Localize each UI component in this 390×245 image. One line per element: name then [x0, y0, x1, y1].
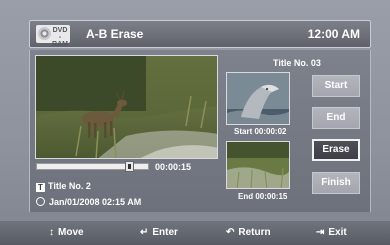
progress-handle[interactable]: [125, 161, 134, 172]
return-label: Return: [238, 227, 271, 238]
return-icon: ↶: [226, 227, 235, 238]
dolphin-image: [227, 73, 289, 124]
elapsed-time: 00:00:15: [155, 162, 192, 172]
enter-hint: ↵ Enter: [140, 227, 178, 238]
disc-icon: [38, 27, 51, 40]
exit-icon: ⇥: [316, 227, 325, 238]
current-title-label: Title No. 2: [48, 181, 91, 191]
return-hint: ↶ Return: [226, 227, 271, 238]
disc-type-line1: DVD: [52, 27, 68, 34]
enter-icon: ↵: [140, 227, 149, 238]
up-down-icon: ↕: [49, 227, 54, 238]
start-time-label: Start 00:00:02: [234, 127, 287, 136]
video-preview: [35, 55, 218, 159]
recording-datetime: Jan/01/2008 02:15 AM: [36, 197, 141, 207]
video-frame-image: [36, 56, 217, 158]
end-time-label: End 00:00:15: [238, 192, 288, 201]
clock-icon: [36, 197, 45, 206]
erase-button[interactable]: Erase: [312, 139, 360, 161]
start-thumbnail: [226, 72, 290, 125]
screen-title: A-B Erase: [86, 27, 144, 41]
dvd-ram-badge: DVD -RAM: [36, 25, 70, 48]
finish-button[interactable]: Finish: [312, 172, 360, 194]
current-title-info: T Title No. 2: [36, 181, 91, 192]
clock: 12:00 AM: [307, 27, 360, 41]
meadow-image: [227, 142, 289, 188]
exit-label: Exit: [328, 227, 347, 238]
end-button[interactable]: End: [312, 107, 360, 129]
exit-hint: ⇥ Exit: [316, 227, 347, 238]
move-hint: ↕ Move: [49, 227, 84, 238]
segment-title-label: Title No. 03: [273, 58, 321, 68]
move-label: Move: [58, 227, 84, 238]
header-bar: DVD -RAM A-B Erase 12:00 AM: [29, 20, 371, 48]
footer-hints: ↕ Move ↵ Enter ↶ Return ⇥ Exit: [0, 221, 390, 245]
end-thumbnail: [226, 141, 290, 189]
disc-type-line2: -RAM: [52, 34, 68, 48]
datetime-label: Jan/01/2008 02:15 AM: [49, 197, 142, 207]
title-icon: T: [36, 183, 45, 192]
content-panel: 00:00:15 T Title No. 2 Jan/01/2008 02:15 …: [29, 50, 371, 212]
enter-label: Enter: [152, 227, 178, 238]
start-button[interactable]: Start: [312, 75, 360, 97]
